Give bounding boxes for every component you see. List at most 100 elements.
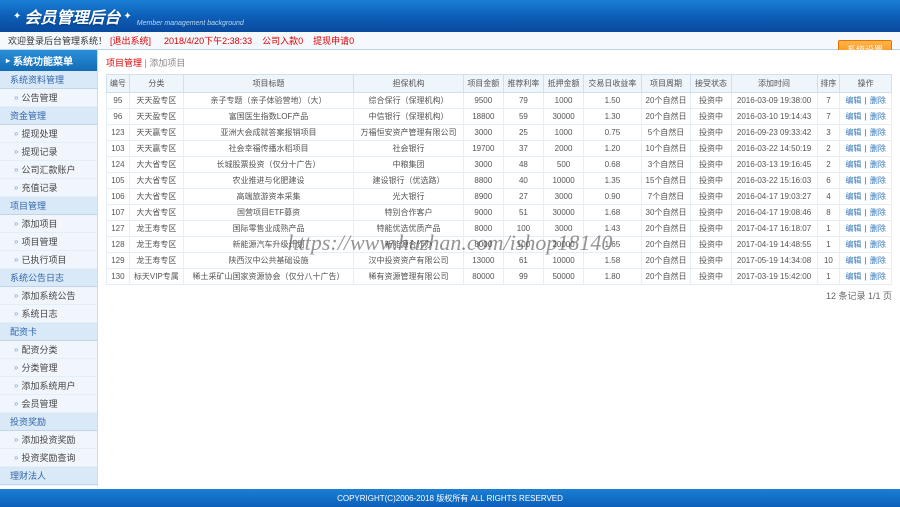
cell-time: 2017-04-19 14:48:55 (731, 237, 817, 253)
app-logo: 会员管理后台 (24, 4, 120, 28)
edit-link[interactable]: 编辑 (845, 224, 861, 233)
sidebar-item[interactable]: 提现记录 (0, 143, 97, 161)
cell-pledge: 3000 (544, 221, 584, 237)
edit-link[interactable]: 编辑 (845, 272, 861, 281)
sidebar-item[interactable]: 添加项目 (0, 215, 97, 233)
sidebar-item[interactable]: 充值记录 (0, 179, 97, 197)
delete-link[interactable]: 删除 (870, 224, 886, 233)
cell-id: 105 (107, 173, 130, 189)
sidebar-category[interactable]: 资金管理 (0, 107, 97, 125)
delete-link[interactable]: 删除 (870, 96, 886, 105)
edit-link[interactable]: 编辑 (845, 112, 861, 121)
sidebar-category[interactable]: 配资卡 (0, 323, 97, 341)
sidebar-item[interactable]: 配资分类 (0, 341, 97, 359)
sidebar-item[interactable]: 添加系统公告 (0, 287, 97, 305)
column-header: 项目周期 (641, 75, 691, 93)
cell-time: 2016-04-17 19:03:27 (731, 189, 817, 205)
sidebar-category[interactable]: 项目管理 (0, 197, 97, 215)
cell-yield: 1.50 (584, 93, 641, 109)
sidebar-category[interactable]: 系统公告日志 (0, 269, 97, 287)
crumb-action[interactable]: 添加项目 (149, 58, 185, 68)
cell-yield: 1.68 (584, 205, 641, 221)
cell-id: 95 (107, 93, 130, 109)
cell-org: 特别合作客户 (354, 205, 464, 221)
cell-sort: 1 (817, 221, 840, 237)
sidebar-item[interactable]: 公告管理 (0, 89, 97, 107)
cell-yield: 1.80 (584, 269, 641, 285)
edit-link[interactable]: 编辑 (845, 176, 861, 185)
cell-status: 投资中 (691, 221, 731, 237)
cell-time: 2017-04-17 16:18:07 (731, 221, 817, 237)
cell-cat: 天天盈专区 (129, 93, 183, 109)
edit-link[interactable]: 编辑 (845, 208, 861, 217)
cell-status: 投资中 (691, 109, 731, 125)
sparkle-icon: ✦ (123, 11, 131, 22)
cell-id: 106 (107, 189, 130, 205)
sidebar-item[interactable]: 已执行项目 (0, 251, 97, 269)
edit-link[interactable]: 编辑 (845, 160, 861, 169)
sidebar-item[interactable]: 投资奖励查询 (0, 449, 97, 467)
edit-link[interactable]: 编辑 (845, 144, 861, 153)
sidebar-item[interactable]: 公司汇款账户 (0, 161, 97, 179)
cell-sort: 1 (817, 237, 840, 253)
column-header: 交易日收益率 (584, 75, 641, 93)
cell-cat: 大大省专区 (129, 157, 183, 173)
delete-link[interactable]: 删除 (870, 240, 886, 249)
sidebar-item[interactable]: 添加理财法人 (0, 485, 97, 486)
stat-deposit: 公司入款0 (262, 34, 303, 47)
cell-amt: 13000 (463, 253, 503, 269)
cell-pledge: 30000 (544, 205, 584, 221)
edit-link[interactable]: 编辑 (845, 240, 861, 249)
cell-ops: 编辑 | 删除 (840, 269, 892, 285)
cell-cat: 龙王寿专区 (129, 237, 183, 253)
column-header: 添加时间 (731, 75, 817, 93)
cell-cat: 龙王寿专区 (129, 221, 183, 237)
delete-link[interactable]: 删除 (870, 144, 886, 153)
delete-link[interactable]: 删除 (870, 128, 886, 137)
delete-link[interactable]: 删除 (870, 208, 886, 217)
sidebar-item[interactable]: 会员管理 (0, 395, 97, 413)
cell-id: 128 (107, 237, 130, 253)
cell-id: 107 (107, 205, 130, 221)
delete-link[interactable]: 删除 (870, 256, 886, 265)
edit-link[interactable]: 编辑 (845, 256, 861, 265)
cell-pledge: 1000 (544, 125, 584, 141)
edit-link[interactable]: 编辑 (845, 192, 861, 201)
delete-link[interactable]: 删除 (870, 160, 886, 169)
sidebar-item[interactable]: 添加系统用户 (0, 377, 97, 395)
cell-ops: 编辑 | 删除 (840, 93, 892, 109)
delete-link[interactable]: 删除 (870, 176, 886, 185)
delete-link[interactable]: 删除 (870, 192, 886, 201)
cell-org: 汉中投资资产有限公司 (354, 253, 464, 269)
sidebar-item[interactable]: 系统日志 (0, 305, 97, 323)
edit-link[interactable]: 编辑 (845, 96, 861, 105)
cell-pledge: 500 (544, 157, 584, 173)
delete-link[interactable]: 删除 (870, 272, 886, 281)
sidebar-item[interactable]: 项目管理 (0, 233, 97, 251)
cell-title: 国际零售业成熟产品 (183, 221, 353, 237)
logout-link[interactable]: [退出系统] (110, 34, 151, 47)
cell-period: 7个自然日 (641, 189, 691, 205)
sidebar-category[interactable]: 理财法人 (0, 467, 97, 485)
cell-title: 国营项目ETF募资 (183, 205, 353, 221)
sidebar-item[interactable]: 添加投资奖励 (0, 431, 97, 449)
delete-link[interactable]: 删除 (870, 112, 886, 121)
cell-period: 20个自然日 (641, 221, 691, 237)
welcome-bar: 欢迎登录后台管理系统！ [退出系统] 2018/4/20下午2:38:33 公司… (0, 32, 900, 50)
cell-org: 特能优选优质产品 (354, 221, 464, 237)
cell-time: 2016-03-13 19:16:45 (731, 157, 817, 173)
sidebar-category[interactable]: 投资奖励 (0, 413, 97, 431)
sidebar-category[interactable]: 系统资料管理 (0, 71, 97, 89)
cell-sort: 2 (817, 157, 840, 173)
sidebar-item[interactable]: 提现处理 (0, 125, 97, 143)
cell-ops: 编辑 | 删除 (840, 157, 892, 173)
table-row: 128龙王寿专区新能源汽车升级计划新能源合作办8000100200001.652… (107, 237, 892, 253)
sidebar-item[interactable]: 分类管理 (0, 359, 97, 377)
table-row: 105大大省专区农业推进与化肥建设建设银行（优选路）880040100001.3… (107, 173, 892, 189)
cell-yield: 0.68 (584, 157, 641, 173)
table-row: 130标天VIP专属稀土采矿山国家资源协会（仅分八十广告）稀有资源管理有限公司8… (107, 269, 892, 285)
crumb-current[interactable]: 项目管理 (106, 58, 142, 68)
column-header: 编号 (107, 75, 130, 93)
cell-title: 亲子专题（亲子体验营地）（大） (183, 93, 353, 109)
edit-link[interactable]: 编辑 (845, 128, 861, 137)
